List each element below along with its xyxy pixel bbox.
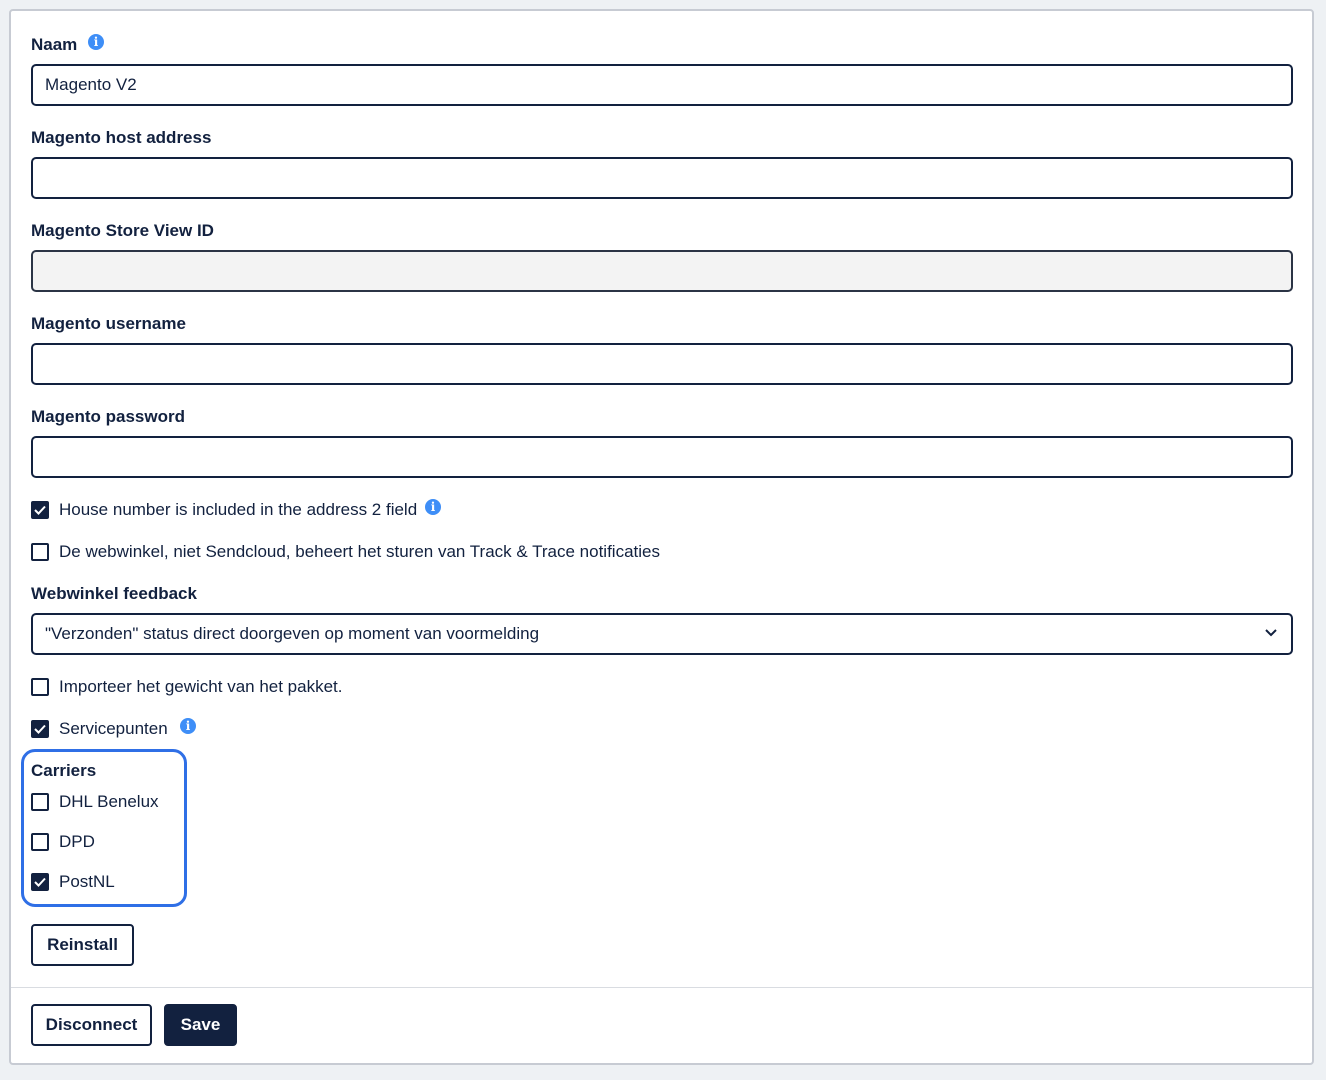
store-view-id-label: Magento Store View ID bbox=[31, 221, 214, 240]
track-trace-checkbox[interactable] bbox=[31, 543, 49, 561]
name-label: Naam bbox=[31, 35, 78, 54]
carrier-option-dpd[interactable]: DPD bbox=[31, 831, 95, 853]
carrier-option-dhl[interactable]: DHL Benelux bbox=[31, 791, 159, 813]
carrier-label: DHL Benelux bbox=[59, 792, 159, 811]
house-number-label: House number is included in the address … bbox=[59, 500, 418, 519]
integration-settings-panel: Naam i Magento V2 Magento host address M… bbox=[9, 9, 1314, 1065]
chevron-down-icon bbox=[1265, 629, 1277, 637]
carriers-label: Carriers bbox=[31, 761, 97, 780]
username-label: Magento username bbox=[31, 314, 186, 333]
carrier-checkbox-dpd[interactable] bbox=[31, 833, 49, 851]
store-view-id-input bbox=[31, 250, 1293, 292]
carrier-option-postnl[interactable]: PostNL bbox=[31, 871, 115, 893]
import-weight-checkbox[interactable] bbox=[31, 678, 49, 696]
footer-divider bbox=[11, 987, 1312, 988]
house-number-checkbox[interactable] bbox=[31, 501, 49, 519]
check-icon bbox=[34, 724, 46, 734]
password-label: Magento password bbox=[31, 407, 185, 426]
house-number-option[interactable]: House number is included in the address … bbox=[31, 499, 417, 521]
info-icon[interactable]: i bbox=[88, 34, 104, 50]
service-points-option[interactable]: Servicepunten bbox=[31, 718, 168, 740]
carrier-label: PostNL bbox=[59, 872, 115, 891]
username-input[interactable] bbox=[31, 343, 1293, 385]
carrier-checkbox-postnl[interactable] bbox=[31, 873, 49, 891]
track-trace-label: De webwinkel, niet Sendcloud, beheert he… bbox=[59, 542, 660, 561]
track-trace-option[interactable]: De webwinkel, niet Sendcloud, beheert he… bbox=[31, 541, 660, 563]
feedback-select[interactable]: "Verzonden" status direct doorgeven op m… bbox=[31, 613, 1293, 655]
info-icon[interactable]: i bbox=[425, 499, 441, 515]
import-weight-label: Importeer het gewicht van het pakket. bbox=[59, 677, 343, 696]
disconnect-button[interactable]: Disconnect bbox=[31, 1004, 152, 1046]
host-address-input[interactable] bbox=[31, 157, 1293, 199]
feedback-selected-value: "Verzonden" status direct doorgeven op m… bbox=[45, 624, 540, 643]
service-points-label: Servicepunten bbox=[59, 719, 168, 738]
check-icon bbox=[34, 505, 46, 515]
host-address-label: Magento host address bbox=[31, 128, 212, 147]
password-input[interactable] bbox=[31, 436, 1293, 478]
name-input[interactable]: Magento V2 bbox=[31, 64, 1293, 106]
save-button[interactable]: Save bbox=[164, 1004, 237, 1046]
carrier-checkbox-dhl[interactable] bbox=[31, 793, 49, 811]
service-points-checkbox[interactable] bbox=[31, 720, 49, 738]
check-icon bbox=[34, 877, 46, 887]
feedback-label: Webwinkel feedback bbox=[31, 584, 197, 603]
carrier-label: DPD bbox=[59, 832, 95, 851]
info-icon[interactable]: i bbox=[180, 718, 196, 734]
import-weight-option[interactable]: Importeer het gewicht van het pakket. bbox=[31, 676, 343, 698]
reinstall-button[interactable]: Reinstall bbox=[31, 924, 134, 966]
